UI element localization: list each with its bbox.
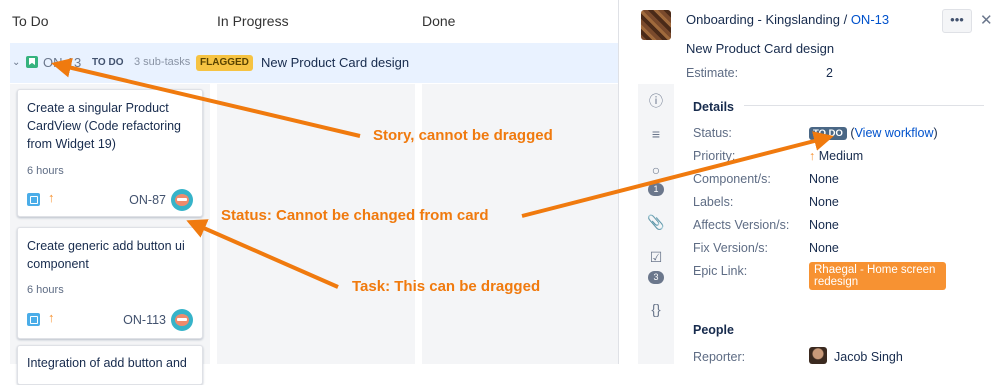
status-annotation: Status: Cannot be changed from card <box>221 207 489 224</box>
fix-versions-label: Fix Version/s: <box>693 241 769 255</box>
column-header-done: Done <box>422 13 456 29</box>
story-annotation: Story, cannot be dragged <box>373 127 553 144</box>
chevron-down-icon[interactable]: ⌄ <box>12 57 20 68</box>
breadcrumb-separator: / <box>843 12 848 27</box>
reporter-avatar <box>809 347 827 364</box>
code-icon[interactable]: {} <box>638 301 674 317</box>
card-title: Create a singular Product CardView (Code… <box>27 101 182 151</box>
labels-value[interactable]: None <box>809 195 839 209</box>
card-key[interactable]: ON-87 <box>129 193 166 207</box>
close-icon[interactable]: ✕ <box>980 11 993 29</box>
assignee-avatar[interactable] <box>171 189 193 211</box>
arrow-up-icon: ↑ <box>48 190 55 205</box>
task-card[interactable]: Create a singular Product CardView (Code… <box>17 89 203 217</box>
task-annotation: Task: This can be dragged <box>352 278 541 295</box>
column-done <box>422 84 618 364</box>
arrow-up-icon: ↑ <box>48 310 55 325</box>
story-status: TO DO <box>92 57 124 68</box>
view-workflow-link[interactable]: View workflow <box>855 126 934 140</box>
priority-value[interactable]: ↑ Medium <box>809 149 863 163</box>
breadcrumb: Onboarding - Kingslanding / ON-13 <box>686 12 889 27</box>
card-title: Integration of add button and <box>27 356 187 370</box>
more-actions-button[interactable]: ••• <box>942 9 972 33</box>
story-icon <box>26 56 38 68</box>
flagged-badge: FLAGGED <box>196 55 253 71</box>
column-header-todo: To Do <box>12 13 49 29</box>
comment-icon[interactable]: ○ <box>638 162 674 178</box>
details-heading: Details <box>693 100 734 114</box>
task-icon <box>27 313 40 326</box>
column-in-progress <box>217 84 415 364</box>
priority-text: Medium <box>818 149 864 163</box>
task-icon <box>27 193 40 206</box>
estimate-value[interactable]: 2 <box>826 66 833 80</box>
affects-versions-value[interactable]: None <box>809 218 839 232</box>
priority-label: Priority: <box>693 149 736 163</box>
side-rail: ⓘ ≡ ○ 1 📎 ☑ 3 {} <box>638 84 674 364</box>
agile-board: To Do In Progress Done ⌄ ON-13 TO DO 3 s… <box>0 0 618 385</box>
story-key[interactable]: ON-13 <box>43 55 81 70</box>
people-heading: People <box>693 323 734 337</box>
arrow-up-icon: ↑ <box>809 149 816 163</box>
card-estimate: 6 hours <box>27 284 64 296</box>
project-link[interactable]: Onboarding - Kingslanding <box>686 12 840 27</box>
project-avatar <box>641 10 671 40</box>
comment-count-badge: 1 <box>648 183 664 196</box>
column-header-in-progress: In Progress <box>217 13 289 29</box>
status-lozenge: TO DO <box>809 127 847 140</box>
epic-link-label: Epic Link: <box>693 264 748 278</box>
task-card[interactable]: Integration of add button and <box>17 345 203 385</box>
checklist-icon[interactable]: ☑ <box>638 249 674 266</box>
reporter-value[interactable]: Jacob Singh <box>834 350 903 364</box>
reporter-label: Reporter: <box>693 350 746 364</box>
card-estimate: 6 hours <box>27 165 64 177</box>
fix-versions-value[interactable]: None <box>809 241 839 255</box>
paperclip-icon[interactable]: 📎 <box>638 214 674 231</box>
subtask-count-badge: 3 <box>648 271 664 284</box>
issue-detail-panel: Onboarding - Kingslanding / ON-13 ••• ✕ … <box>618 0 998 364</box>
divider <box>744 105 984 106</box>
status-label: Status: <box>693 126 732 140</box>
labels-label: Labels: <box>693 195 734 209</box>
epic-link-badge[interactable]: Rhaegal - Home screen redesign <box>809 262 946 290</box>
status-value: TO DO (View workflow) <box>809 126 938 140</box>
card-key[interactable]: ON-113 <box>123 313 166 327</box>
card-title: Create generic add button ui component <box>27 239 185 271</box>
story-swimlane[interactable]: ⌄ ON-13 TO DO 3 sub-tasks FLAGGED New Pr… <box>10 43 618 83</box>
assignee-avatar[interactable] <box>171 309 193 331</box>
components-value[interactable]: None <box>809 172 839 186</box>
task-card[interactable]: Create generic add button ui component 6… <box>17 227 203 339</box>
subtask-count: 3 sub-tasks <box>134 56 191 68</box>
story-title[interactable]: New Product Card design <box>261 55 409 70</box>
estimate-label: Estimate: <box>686 66 739 80</box>
issue-key-link[interactable]: ON-13 <box>851 12 889 27</box>
description-icon[interactable]: ≡ <box>638 126 674 142</box>
issue-title[interactable]: New Product Card design <box>686 41 834 56</box>
components-label: Component/s: <box>693 172 771 186</box>
affects-versions-label: Affects Version/s: <box>693 218 790 232</box>
info-icon[interactable]: ⓘ <box>638 91 674 111</box>
